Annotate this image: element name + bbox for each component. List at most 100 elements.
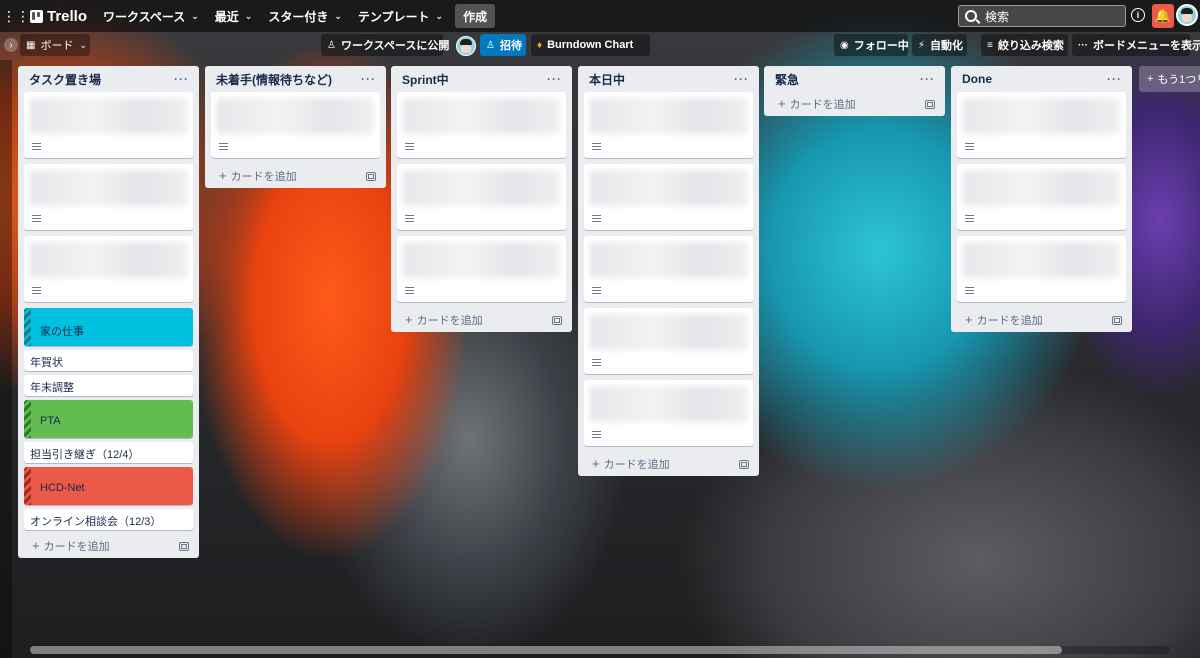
user-avatar[interactable]: [1176, 4, 1198, 26]
card[interactable]: [957, 164, 1126, 230]
card-title-redacted: [30, 98, 187, 134]
list-menu-icon[interactable]: ···: [1107, 72, 1122, 86]
card-template-icon[interactable]: [1112, 315, 1122, 325]
create-button[interactable]: 作成: [455, 4, 496, 28]
add-card-button[interactable]: + カードを追加: [584, 452, 753, 476]
cover-card[interactable]: PTA: [24, 400, 193, 438]
list-menu-icon[interactable]: ···: [547, 72, 562, 86]
add-card-button[interactable]: + カードを追加: [211, 164, 380, 188]
info-icon[interactable]: i: [1131, 8, 1145, 22]
eye-icon: ◉: [840, 39, 849, 51]
search-input[interactable]: 検索: [958, 5, 1126, 27]
card[interactable]: [211, 92, 380, 158]
card-template-icon[interactable]: [552, 315, 562, 325]
plus-icon: +: [592, 456, 600, 471]
app-switcher-icon[interactable]: ⋮⋮: [2, 4, 30, 28]
description-icon: [965, 215, 974, 222]
card[interactable]: [584, 164, 753, 230]
notifications-bell-icon[interactable]: 🔔: [1152, 4, 1174, 28]
board-view-selector[interactable]: ▦ ボード ⌄: [20, 34, 90, 56]
people-icon: ♙: [327, 39, 336, 51]
visibility-button[interactable]: ♙ ワークスペースに公開: [321, 34, 449, 56]
list-menu-icon[interactable]: ···: [734, 72, 749, 86]
card[interactable]: [584, 92, 753, 158]
cover-card[interactable]: 家の仕事: [24, 308, 193, 346]
plus-icon: +: [32, 538, 40, 553]
follow-label: フォロー中: [853, 40, 909, 52]
card-template-icon[interactable]: [179, 541, 189, 551]
list-title[interactable]: 本日中: [589, 71, 625, 88]
card[interactable]: 担当引き継ぎ（12/4）: [24, 442, 193, 463]
card[interactable]: [584, 380, 753, 446]
sidebar-expand-icon[interactable]: ›: [4, 38, 18, 52]
automation-button[interactable]: ⚡ 自動化: [912, 34, 967, 56]
horizontal-scrollbar-thumb[interactable]: [30, 646, 1062, 654]
card-title-redacted: [590, 314, 747, 350]
add-card-label: カードを追加: [416, 315, 483, 327]
chevron-down-icon: ⌄: [435, 10, 444, 21]
recent-menu-label: 最近: [214, 9, 239, 24]
list-header[interactable]: Sprint中 ···: [397, 66, 566, 92]
board-menu-button[interactable]: ··· ボードメニューを表示: [1072, 34, 1200, 56]
card[interactable]: [584, 308, 753, 374]
description-icon: [965, 143, 974, 150]
card-title-redacted: [590, 242, 747, 278]
description-icon: [32, 215, 41, 222]
add-list-button[interactable]: + もう1つリ: [1139, 66, 1200, 92]
add-list-label: もう1つリ: [1157, 74, 1200, 86]
list-title[interactable]: 緊急: [775, 71, 799, 88]
add-card-left: + カードを追加: [405, 312, 483, 328]
card[interactable]: [24, 92, 193, 158]
chevron-down-icon: ⌄: [191, 10, 199, 21]
card[interactable]: 年末調整: [24, 375, 193, 396]
board-menu-label: ボードメニューを表示: [1093, 40, 1200, 52]
description-icon: [219, 143, 228, 150]
card-template-icon[interactable]: [366, 171, 376, 181]
list-header[interactable]: 本日中 ···: [584, 66, 753, 92]
member-avatar[interactable]: [456, 36, 476, 56]
description-icon: [965, 287, 974, 294]
add-card-button[interactable]: + カードを追加: [397, 308, 566, 332]
list-menu-icon[interactable]: ···: [174, 72, 189, 86]
filter-button[interactable]: ≡ 絞り込み検索: [981, 34, 1068, 56]
card[interactable]: [957, 92, 1126, 158]
starred-menu[interactable]: スター付き ⌄: [260, 4, 350, 28]
list-header[interactable]: タスク置き場 ···: [24, 66, 193, 92]
list-title[interactable]: タスク置き場: [29, 71, 101, 88]
cover-card[interactable]: HCD-Net: [24, 467, 193, 505]
card[interactable]: [397, 92, 566, 158]
card[interactable]: オンライン相談会（12/3）: [24, 509, 193, 530]
list-title[interactable]: 未着手(情報待ちなど): [216, 71, 332, 88]
follow-button[interactable]: ◉ フォロー中: [834, 34, 909, 56]
card[interactable]: [24, 236, 193, 302]
add-card-button[interactable]: + カードを追加: [957, 308, 1126, 332]
card-template-icon[interactable]: [925, 99, 935, 109]
list-header[interactable]: Done ···: [957, 66, 1126, 92]
card[interactable]: [397, 236, 566, 302]
card[interactable]: [24, 164, 193, 230]
add-card-button[interactable]: + カードを追加: [24, 534, 193, 558]
list-title[interactable]: Done: [962, 72, 992, 86]
add-person-icon: ♙: [486, 39, 495, 51]
plus-icon: +: [405, 312, 413, 327]
add-card-left: + カードを追加: [32, 538, 110, 554]
list-header[interactable]: 緊急 ···: [770, 66, 939, 92]
plus-icon: +: [1147, 73, 1154, 85]
add-card-button[interactable]: + カードを追加: [770, 92, 939, 116]
recent-menu[interactable]: 最近 ⌄: [207, 4, 261, 28]
workspaces-menu[interactable]: ワークスペース ⌄: [95, 4, 207, 28]
trello-logo[interactable]: Trello: [28, 8, 95, 25]
list-menu-icon[interactable]: ···: [361, 72, 376, 86]
templates-menu[interactable]: テンプレート ⌄: [350, 4, 451, 28]
burndown-chart-powerup[interactable]: ♦ Burndown Chart: [531, 34, 650, 56]
card[interactable]: [957, 236, 1126, 302]
card[interactable]: [584, 236, 753, 302]
list-menu-icon[interactable]: ···: [920, 72, 935, 86]
board-view-label: ボード: [40, 40, 74, 52]
card-template-icon[interactable]: [739, 459, 749, 469]
list-header[interactable]: 未着手(情報待ちなど) ···: [211, 66, 380, 92]
card[interactable]: 年賀状: [24, 350, 193, 371]
list-title[interactable]: Sprint中: [402, 71, 449, 88]
card[interactable]: [397, 164, 566, 230]
invite-button[interactable]: ♙ 招待: [480, 34, 526, 56]
